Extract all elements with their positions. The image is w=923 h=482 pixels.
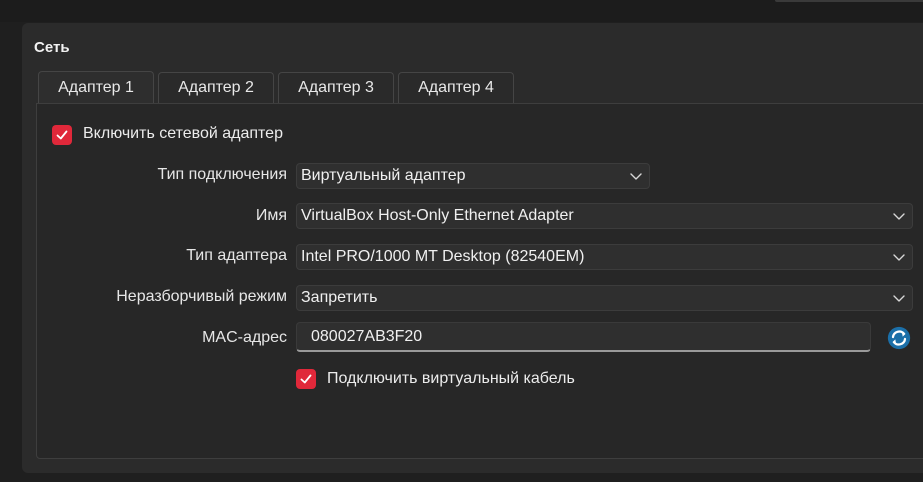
chevron-down-icon bbox=[893, 213, 905, 220]
chevron-down-icon bbox=[630, 173, 642, 180]
connection-type-select[interactable]: Виртуальный адаптер bbox=[296, 163, 650, 189]
name-value: VirtualBox Host-Only Ethernet Adapter bbox=[301, 207, 574, 224]
top-edge-decoration bbox=[775, 0, 923, 2]
mac-address-label: MAC-адрес bbox=[202, 329, 287, 346]
check-icon bbox=[300, 374, 312, 384]
name-label: Имя bbox=[255, 207, 287, 224]
adapter-type-value: Intel PRO/1000 MT Desktop (82540EM) bbox=[301, 248, 585, 265]
name-select[interactable]: VirtualBox Host-Only Ethernet Adapter bbox=[296, 203, 913, 229]
connection-type-label: Тип подключения bbox=[157, 166, 288, 183]
connection-type-value: Виртуальный адаптер bbox=[301, 167, 466, 184]
adapter-type-label: Тип адаптера bbox=[186, 247, 287, 264]
chevron-down-icon bbox=[893, 295, 905, 302]
cable-connected-checkbox[interactable] bbox=[296, 369, 316, 389]
tab-adapter-3[interactable]: Адаптер 3 bbox=[278, 72, 394, 103]
promiscuous-mode-select[interactable]: Запретить bbox=[296, 285, 913, 311]
tab-adapter-1[interactable]: Адаптер 1 bbox=[38, 71, 154, 103]
mac-address-input[interactable]: 080027AB3F20 bbox=[296, 322, 871, 352]
mac-refresh-button[interactable] bbox=[885, 324, 913, 352]
promiscuous-mode-label: Неразборчивый режим bbox=[116, 288, 287, 305]
adapter-type-select[interactable]: Intel PRO/1000 MT Desktop (82540EM) bbox=[296, 244, 913, 270]
chevron-down-icon bbox=[893, 254, 905, 261]
cable-connected-label: Подключить виртуальный кабель bbox=[327, 370, 575, 387]
tab-adapter-4[interactable]: Адаптер 4 bbox=[398, 72, 514, 103]
promiscuous-mode-value: Запретить bbox=[301, 289, 378, 306]
mac-address-value: 080027AB3F20 bbox=[311, 327, 423, 345]
refresh-icon bbox=[887, 326, 911, 350]
